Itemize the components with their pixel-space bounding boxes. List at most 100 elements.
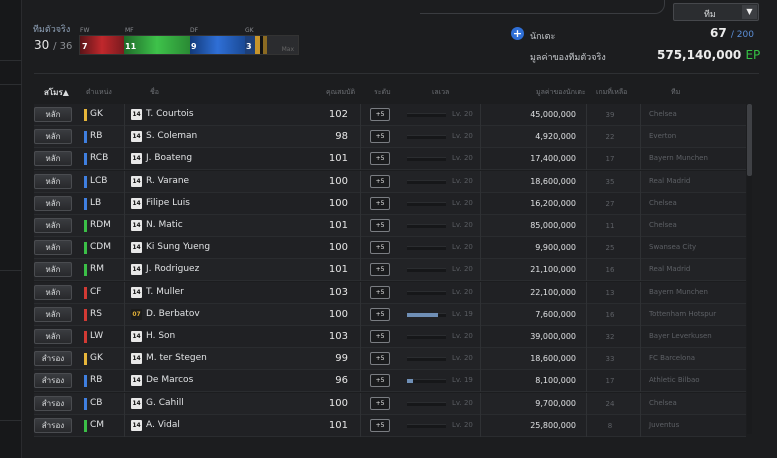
- status-button[interactable]: หลัก: [34, 195, 72, 211]
- status-button[interactable]: สำรอง: [34, 373, 72, 389]
- player-name[interactable]: N. Matic: [146, 220, 183, 230]
- column-divider: [640, 281, 641, 304]
- upgrade-button[interactable]: +5: [370, 241, 390, 255]
- table-row[interactable]: หลัก RM 14 J. Rodriguez 101 +5 Lv. 20 21,100,00…: [34, 259, 746, 282]
- player-name[interactable]: J. Boateng: [146, 153, 192, 163]
- upgrade-button[interactable]: +5: [370, 174, 390, 188]
- player-name[interactable]: De Marcos: [146, 375, 193, 385]
- player-name[interactable]: T. Muller: [146, 287, 184, 297]
- column-upgrade[interactable]: ระดับ: [374, 87, 391, 98]
- season-badge-icon: 14: [131, 197, 142, 209]
- upgrade-button[interactable]: +5: [370, 352, 390, 366]
- upgrade-button[interactable]: +5: [370, 285, 390, 299]
- table-row[interactable]: หลัก GK 14 T. Courtois 102 +5 Lv. 20 45,000,000…: [34, 104, 746, 126]
- upgrade-button[interactable]: +5: [370, 130, 390, 144]
- status-button[interactable]: หลัก: [34, 129, 72, 145]
- table-row[interactable]: หลัก RB 14 S. Coleman 98 +5 Lv. 20 4,920,000 22 E…: [34, 126, 746, 149]
- upgrade-button[interactable]: +5: [370, 196, 390, 210]
- player-ovr: 102: [328, 109, 348, 120]
- season-badge-icon: 14: [131, 375, 142, 387]
- player-position: RS: [90, 308, 102, 319]
- status-button[interactable]: หลัก: [34, 151, 72, 167]
- team-dropdown[interactable]: ทีม ▼: [673, 3, 759, 21]
- upgrade-button[interactable]: +5: [370, 330, 390, 343]
- player-price: 7,600,000: [535, 309, 576, 319]
- player-name[interactable]: Filipe Luis: [146, 198, 190, 208]
- player-position: GK: [90, 353, 103, 364]
- status-button[interactable]: หลัก: [34, 306, 72, 322]
- column-divider: [640, 192, 641, 215]
- status-button[interactable]: สำรอง: [34, 417, 72, 433]
- upgrade-button[interactable]: +5: [370, 219, 390, 232]
- table-row[interactable]: หลัก RDM 14 N. Matic 101 +5 Lv. 20 85,000,000 11…: [34, 215, 746, 237]
- table-row[interactable]: หลัก LCB 14 R. Varane 100 +5 Lv. 20 18,600,000 3…: [34, 170, 746, 193]
- column-club[interactable]: ทีม: [671, 87, 680, 98]
- table-row[interactable]: สำรอง CB 14 G. Cahill 100 +5 Lv. 20 9,700,000 24…: [34, 392, 746, 415]
- table-row[interactable]: สำรอง RB 14 De Marcos 96 +5 Lv. 19 8,100,000 17 A…: [34, 370, 746, 393]
- status-button[interactable]: หลัก: [34, 107, 72, 122]
- player-name[interactable]: Ki Sung Yueng: [146, 242, 210, 252]
- upgrade-button[interactable]: +5: [370, 396, 390, 410]
- table-row[interactable]: หลัก CDM 14 Ki Sung Yueng 100 +5 Lv. 20 9,900,0…: [34, 237, 746, 260]
- column-divider: [124, 259, 125, 282]
- column-games[interactable]: เกมที่เหลือ: [596, 87, 627, 98]
- status-button[interactable]: หลัก: [34, 262, 72, 278]
- upgrade-button[interactable]: +5: [370, 108, 390, 121]
- player-name[interactable]: J. Rodriguez: [146, 264, 199, 274]
- column-divider: [480, 170, 481, 193]
- upgrade-button[interactable]: +5: [370, 307, 390, 321]
- player-count-total: / 200: [730, 30, 754, 40]
- player-level: Lv. 20: [452, 420, 473, 429]
- scrollbar-thumb[interactable]: [747, 104, 752, 176]
- column-level[interactable]: เลเวล: [432, 87, 449, 98]
- position-color-bar: [84, 153, 87, 166]
- column-divider: [480, 104, 481, 126]
- player-ovr: 99: [335, 353, 348, 365]
- table-row[interactable]: หลัก LW 14 H. Son 103 +5 Lv. 20 39,000,000 32 Bay…: [34, 326, 746, 348]
- upgrade-button[interactable]: +5: [370, 374, 390, 388]
- exp-bar-track: [407, 201, 446, 206]
- player-name[interactable]: T. Courtois: [146, 109, 194, 119]
- column-divider: [124, 370, 125, 393]
- column-name[interactable]: ชื่อ: [150, 87, 159, 98]
- column-divider: [124, 215, 125, 237]
- column-price[interactable]: มูลค่าของนักเตะ: [536, 87, 586, 98]
- player-name[interactable]: H. Son: [146, 331, 175, 341]
- column-divider: [124, 126, 125, 149]
- status-button[interactable]: หลัก: [34, 329, 72, 344]
- exp-bar-track: [407, 113, 446, 117]
- position-color-bar: [84, 220, 87, 232]
- upgrade-button[interactable]: +5: [370, 418, 390, 432]
- games-left: 32: [605, 333, 615, 341]
- table-row[interactable]: สำรอง CM 14 A. Vidal 101 +5 Lv. 20 25,800,000 8 J…: [34, 414, 746, 437]
- table-row[interactable]: หลัก CF 14 T. Muller 103 +5 Lv. 20 22,100,000 13…: [34, 281, 746, 304]
- chevron-down-icon[interactable]: ▼: [742, 5, 757, 19]
- column-status[interactable]: สโมร▲: [44, 86, 69, 99]
- starters-count: 30 / 36: [34, 38, 72, 52]
- exp-bar-track: [407, 224, 446, 228]
- status-button[interactable]: สำรอง: [34, 395, 72, 411]
- add-player-icon[interactable]: +: [511, 27, 524, 40]
- status-button[interactable]: สำรอง: [34, 351, 72, 367]
- status-button[interactable]: หลัก: [34, 218, 72, 233]
- column-divider: [360, 326, 361, 348]
- table-row[interactable]: สำรอง GK 14 M. ter Stegen 99 +5 Lv. 20 18,600,0…: [34, 348, 746, 371]
- player-name[interactable]: A. Vidal: [146, 420, 180, 430]
- player-name[interactable]: M. ter Stegen: [146, 353, 207, 363]
- season-badge-icon: 14: [131, 264, 142, 276]
- status-button[interactable]: หลัก: [34, 173, 72, 189]
- status-button[interactable]: หลัก: [34, 240, 72, 256]
- table-row[interactable]: หลัก LB 14 Filipe Luis 100 +5 Lv. 20 16,200,000…: [34, 192, 746, 215]
- column-ovr[interactable]: คุณสมบัติ: [326, 87, 355, 98]
- upgrade-button[interactable]: +5: [370, 152, 390, 166]
- player-name[interactable]: R. Varane: [146, 176, 189, 186]
- formation-value-mf: 11: [125, 42, 137, 51]
- upgrade-button[interactable]: +5: [370, 263, 390, 277]
- table-row[interactable]: หลัก RS 07 D. Berbatov 100 +5 Lv. 19 7,600,000 1…: [34, 303, 746, 326]
- column-position[interactable]: ตำแหน่ง: [86, 87, 112, 98]
- player-name[interactable]: S. Coleman: [146, 131, 197, 141]
- table-row[interactable]: หลัก RCB 14 J. Boateng 101 +5 Lv. 20 17,400,000…: [34, 148, 746, 171]
- player-name[interactable]: D. Berbatov: [146, 309, 200, 319]
- player-name[interactable]: G. Cahill: [146, 398, 184, 408]
- status-button[interactable]: หลัก: [34, 284, 72, 300]
